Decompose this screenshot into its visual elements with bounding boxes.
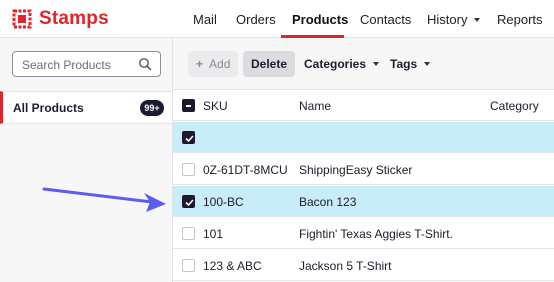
row-checkbox[interactable] [182,195,195,208]
table-row[interactable]: 101 Fightin' Texas Aggies T-Shirt. [173,218,554,249]
search-input[interactable]: Search Products [12,51,161,77]
sidebar-item-all-products[interactable]: All Products 99+ [0,91,172,124]
plus-icon: + [196,57,204,71]
column-header-name[interactable]: Name [299,99,331,113]
chevron-down-icon [474,17,481,22]
column-header-sku[interactable]: SKU [203,99,228,113]
cell-sku: 101 [203,227,224,241]
row-checkbox[interactable] [182,259,195,272]
cell-name: Jackson 5 T-Shirt [299,259,392,273]
row-checkbox[interactable] [182,227,195,240]
nav-history[interactable]: History [427,12,481,27]
delete-button[interactable]: Delete [243,51,296,77]
toolbar: + Add Delete Categories Tags [173,38,554,90]
nav-reports[interactable]: Reports [497,12,543,27]
tags-label: Tags [390,57,418,71]
nav-products[interactable]: Products [292,12,348,27]
table-row[interactable]: 123 & ABC Jackson 5 T-Shirt [173,250,554,281]
sidebar: Search Products All Products 99+ [0,38,173,282]
checkmark-icon [185,199,194,207]
brand-logo[interactable]: Stamps [12,8,109,30]
table-row[interactable]: 100-BC Bacon 123 [173,186,554,217]
brand-name: Stamps [39,8,109,29]
stamps-logo-icon [12,9,32,29]
add-button-label: Add [209,57,231,71]
annotation-arrow-icon [42,187,166,212]
search-icon[interactable] [138,57,152,71]
nav-mail[interactable]: Mail [193,12,217,27]
add-button[interactable]: + Add [188,51,239,77]
search-placeholder: Search Products [22,58,111,72]
tags-dropdown[interactable]: Tags [382,51,438,77]
table-row[interactable] [173,122,554,153]
row-checkbox[interactable] [182,163,195,176]
row-checkbox[interactable] [182,131,195,144]
table-header: SKU Name Category [173,90,554,121]
cell-sku: 100-BC [203,195,244,209]
cell-name: ShippingEasy Sticker [299,163,413,177]
chevron-down-icon [424,61,431,66]
chevron-down-icon [373,61,380,66]
categories-dropdown[interactable]: Categories [296,51,387,77]
cell-name: Bacon 123 [299,195,357,209]
table-row[interactable]: 0Z-61DT-8MCU ShippingEasy Sticker [173,154,554,185]
nav-history-label: History [427,12,468,27]
cell-sku: 0Z-61DT-8MCU [203,163,288,177]
nav-contacts[interactable]: Contacts [360,12,411,27]
categories-label: Categories [304,57,367,71]
select-all-checkbox[interactable] [182,99,195,112]
nav-orders[interactable]: Orders [236,12,276,27]
cell-sku: 123 & ABC [203,259,262,273]
cell-name: Fightin' Texas Aggies T-Shirt. [299,227,453,241]
column-header-category[interactable]: Category [490,99,539,113]
sidebar-item-label: All Products [13,101,84,115]
checkmark-icon [185,135,194,143]
count-badge: 99+ [140,100,164,116]
top-navigation: Stamps Mail Orders Products Contacts His… [0,0,554,38]
